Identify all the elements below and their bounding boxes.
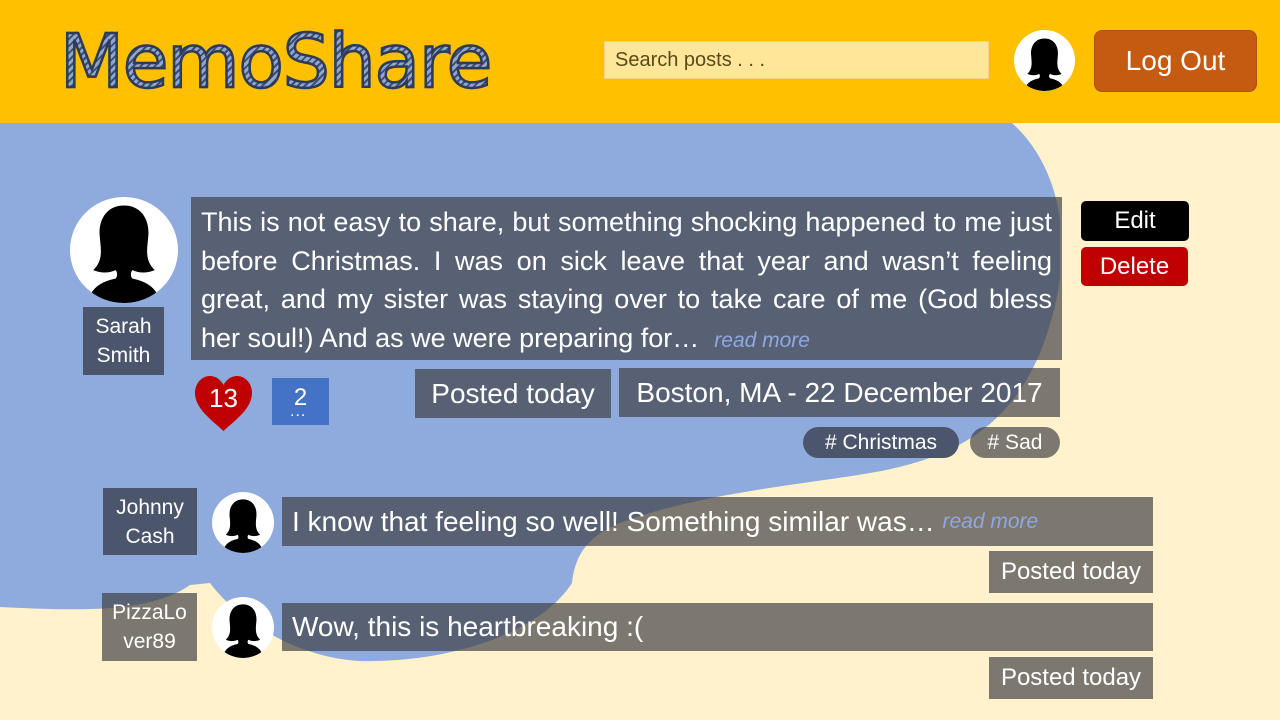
comment-dots-icon: ... [290, 403, 307, 420]
like-count: 13 [209, 383, 238, 413]
delete-post-button[interactable]: Delete [1081, 247, 1188, 286]
comment-author-first-name: PizzaLo [112, 601, 187, 624]
post-author-last-name: Smith [96, 344, 151, 367]
current-user-avatar-icon[interactable] [1014, 30, 1075, 91]
search-input[interactable] [604, 41, 989, 79]
comment-read-more-link[interactable]: read more [943, 510, 1039, 534]
post-author-avatar-icon[interactable] [70, 197, 178, 303]
logout-button[interactable]: Log Out [1094, 30, 1257, 92]
comment-body: I know that feeling so well! Something s… [282, 497, 1153, 546]
comment-body-text: I know that feeling so well! Something s… [292, 505, 935, 537]
comment-author-last-name: Cash [125, 525, 175, 548]
comment-body: Wow, this is heartbreaking :( [282, 603, 1153, 651]
comment-author-avatar-icon[interactable] [212, 597, 274, 658]
tag-christmas[interactable]: # Christmas [803, 427, 959, 458]
comment-posted-time: Posted today [989, 657, 1153, 699]
post-posted-time: Posted today [415, 369, 611, 418]
comment-body-text: Wow, this is heartbreaking :( [292, 611, 644, 642]
edit-post-button[interactable]: Edit [1081, 201, 1189, 241]
comment-author-first-name: Johnny [116, 496, 184, 519]
comment-author-last-name: ver89 [123, 630, 176, 653]
post-author-first-name: Sarah [95, 315, 152, 338]
comment-posted-time: Posted today [989, 551, 1153, 593]
post-body: This is not easy to share, but something… [191, 197, 1062, 360]
post-read-more-link[interactable]: read more [714, 329, 810, 352]
tag-sad[interactable]: # Sad [970, 427, 1060, 458]
comment-author-name[interactable]: PizzaLo ver89 [102, 593, 197, 661]
post-body-text: This is not easy to share, but something… [201, 207, 1052, 353]
comment-author-name[interactable]: Johnny Cash [103, 488, 197, 555]
post-location-date: Boston, MA - 22 December 2017 [619, 368, 1060, 417]
post-author-name[interactable]: Sarah Smith [83, 307, 164, 375]
app-logo[interactable]: MemoShare [59, 14, 494, 110]
comment-author-avatar-icon[interactable] [212, 492, 274, 553]
comments-count-button[interactable]: 2 ... [272, 378, 329, 425]
